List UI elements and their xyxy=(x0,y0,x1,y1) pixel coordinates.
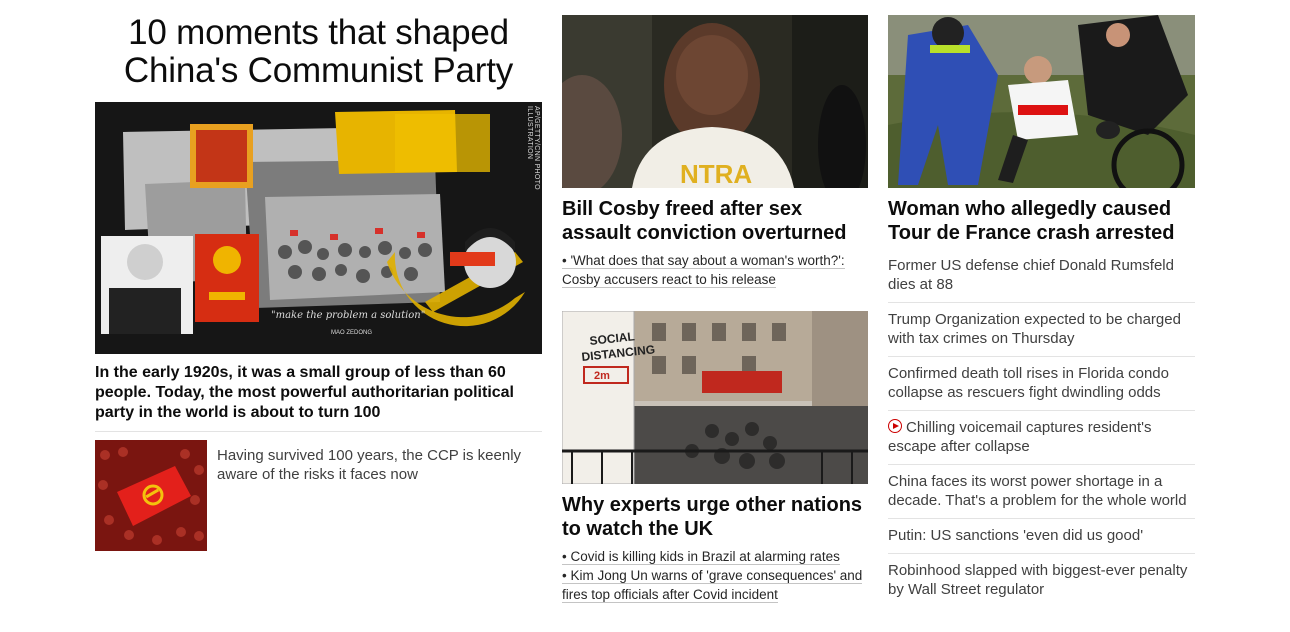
cosby-related-links: • 'What does that say about a woman's wo… xyxy=(562,251,868,289)
list-item: Chilling voicemail captures resident's e… xyxy=(888,410,1195,464)
list-item-link[interactable]: Chilling voicemail captures resident's e… xyxy=(888,419,1151,455)
list-item: China faces its worst power shortage in … xyxy=(888,464,1195,518)
lead-summary[interactable]: In the early 1920s, it was a small group… xyxy=(95,363,542,423)
uk-headline[interactable]: Why experts urge other nations to watch … xyxy=(562,493,868,541)
list-item-link[interactable]: Former US defense chief Donald Rumsfeld … xyxy=(888,257,1174,293)
sub-story-headline[interactable]: Having survived 100 years, the CCP is ke… xyxy=(217,446,542,551)
list-item: Trump Organization expected to be charge… xyxy=(888,302,1195,356)
related-link[interactable]: • Kim Jong Un warns of 'grave consequenc… xyxy=(562,568,863,603)
svg-text:NTRA: NTRA xyxy=(680,159,752,188)
cosby-photo: NTRA xyxy=(562,15,868,188)
ccp-flag-thumbnail-image xyxy=(95,440,207,551)
london-street-photo: SOCIAL DISTANCING 2m xyxy=(562,311,868,484)
middle-column: NTRA Bill Cosby freed after sex assault … xyxy=(562,0,868,604)
list-item-link[interactable]: Confirmed death toll rises in Florida co… xyxy=(888,365,1169,401)
list-item-link[interactable]: China faces its worst power shortage in … xyxy=(888,473,1187,509)
headline-list: Former US defense chief Donald Rumsfeld … xyxy=(888,251,1195,607)
sub-story-thumbnail[interactable] xyxy=(95,440,207,551)
list-item-link[interactable]: Putin: US sanctions 'even did us good' xyxy=(888,527,1143,544)
related-link[interactable]: • Covid is killing kids in Brazil at ala… xyxy=(562,549,840,565)
list-item: Confirmed death toll rises in Florida co… xyxy=(888,356,1195,410)
list-item: Former US defense chief Donald Rumsfeld … xyxy=(888,251,1195,302)
list-item: Putin: US sanctions 'even did us good' xyxy=(888,518,1195,553)
svg-text:2m: 2m xyxy=(594,370,610,382)
tour-de-france-image[interactable] xyxy=(888,15,1195,188)
uk-image[interactable]: SOCIAL DISTANCING 2m xyxy=(562,311,868,484)
video-play-icon xyxy=(888,419,902,433)
lead-image[interactable]: AP/GETTY/CNN PHOTO ILLUSTRATION "make th… xyxy=(95,102,542,354)
related-link[interactable]: • 'What does that say about a woman's wo… xyxy=(562,253,845,288)
image-quote-signature: MAO ZEDONG xyxy=(331,330,373,336)
list-item: Robinhood slapped with biggest-ever pena… xyxy=(888,553,1195,607)
right-column: Woman who allegedly caused Tour de Franc… xyxy=(888,0,1195,607)
tdf-headline[interactable]: Woman who allegedly caused Tour de Franc… xyxy=(888,197,1195,245)
lead-headline[interactable]: 10 moments that shaped China's Communist… xyxy=(95,14,542,90)
cosby-headline[interactable]: Bill Cosby freed after sex assault convi… xyxy=(562,197,868,245)
list-item-link[interactable]: Trump Organization expected to be charge… xyxy=(888,311,1181,347)
list-item-link[interactable]: Robinhood slapped with biggest-ever pena… xyxy=(888,562,1187,598)
image-credit: AP/GETTY/CNN PHOTO ILLUSTRATION xyxy=(526,106,540,190)
cosby-image[interactable]: NTRA xyxy=(562,15,868,188)
sub-story: Having survived 100 years, the CCP is ke… xyxy=(95,440,542,551)
uk-related-links: • Covid is killing kids in Brazil at ala… xyxy=(562,547,868,604)
lead-column: 10 moments that shaped China's Communist… xyxy=(95,0,542,551)
cycling-crash-photo xyxy=(888,15,1195,188)
divider xyxy=(95,431,542,432)
image-quote: "make the problem a solution" xyxy=(271,310,426,321)
